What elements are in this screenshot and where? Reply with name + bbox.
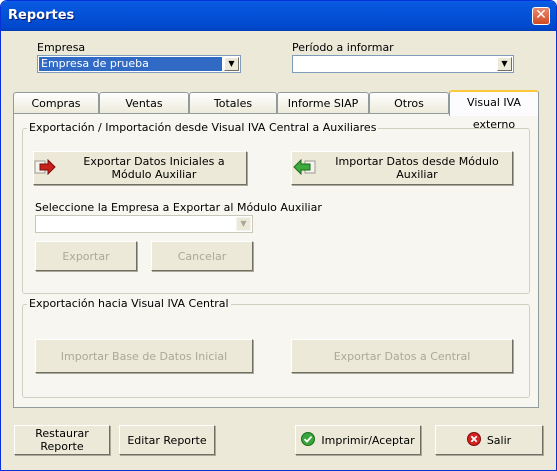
empresa-export-value [37, 217, 234, 231]
import-from-aux-button[interactable]: Importar Datos desde Módulo Auxiliar [291, 151, 513, 185]
dialog-body: Empresa Empresa de prueba ▼ Período a in… [5, 31, 552, 467]
group-export-central-title: Exportación hacia Visual IVA Central [27, 297, 231, 310]
group-import-export-title: Exportación / Importación desde Visual I… [27, 121, 379, 134]
cancelar-button[interactable]: Cancelar [151, 241, 253, 271]
group-export-central: Exportación hacia Visual IVA Central Imp… [22, 297, 530, 398]
imprimir-aceptar-label: Imprimir/Aceptar [321, 433, 415, 447]
import-base-button[interactable]: Importar Base de Datos Inicial [35, 339, 253, 373]
close-button[interactable]: ✕ [532, 7, 550, 25]
tab-visual-iva-externo[interactable]: Visual IVA externo [449, 90, 539, 131]
export-central-button[interactable]: Exportar Datos a Central [291, 339, 513, 373]
tab-panel: Exportación / Importación desde Visual I… [13, 113, 539, 408]
chevron-down-icon[interactable]: ▼ [497, 57, 512, 71]
export-initial-button[interactable]: Exportar Datos Iniciales a Módulo Auxili… [33, 151, 247, 185]
imprimir-aceptar-button[interactable]: Imprimir/Aceptar [295, 425, 421, 455]
green-check-icon [301, 431, 316, 449]
tab-otros-listados[interactable]: Otros Listados [369, 92, 449, 131]
tab-totales[interactable]: Totales [189, 92, 277, 114]
red-x-icon [466, 431, 481, 449]
import-from-aux-label: Importar Datos desde Módulo Auxiliar [335, 155, 499, 181]
window-title: Reportes [8, 8, 75, 23]
exportar-button[interactable]: Exportar [35, 241, 137, 271]
tab-strip: Compras Ventas Totales Informe SIAP Otro… [13, 90, 545, 131]
empresa-select[interactable]: Empresa de prueba ▼ [37, 55, 241, 73]
empresa-value: Empresa de prueba [39, 57, 222, 71]
green-arrow-left-icon [292, 158, 316, 178]
select-empresa-label: Seleccione la Empresa a Exportar al Módu… [35, 201, 322, 214]
periodo-value [294, 57, 495, 71]
salir-label: Salir [486, 433, 512, 447]
tab-compras[interactable]: Compras [13, 92, 99, 114]
export-initial-label: Exportar Datos Iniciales a Módulo Auxili… [83, 155, 225, 181]
reportes-window: Reportes ✕ Empresa Empresa de prueba ▼ P… [0, 0, 557, 471]
empresa-export-select[interactable]: ▼ [35, 215, 253, 233]
restaurar-reporte-button[interactable]: Restaurar Reporte [14, 425, 110, 455]
title-bar: Reportes ✕ [1, 1, 556, 31]
red-arrow-right-icon [34, 158, 56, 178]
periodo-label: Período a informar [292, 41, 394, 54]
tab-ventas[interactable]: Ventas [99, 92, 189, 114]
salir-button[interactable]: Salir [435, 425, 543, 455]
chevron-down-icon[interactable]: ▼ [236, 217, 251, 231]
editar-reporte-button[interactable]: Editar Reporte [119, 425, 215, 455]
group-import-export: Exportación / Importación desde Visual I… [22, 121, 530, 294]
empresa-label: Empresa [37, 41, 86, 54]
periodo-select[interactable]: ▼ [292, 55, 514, 73]
chevron-down-icon[interactable]: ▼ [224, 57, 239, 71]
tab-informe-siap[interactable]: Informe SIAP [277, 92, 369, 114]
